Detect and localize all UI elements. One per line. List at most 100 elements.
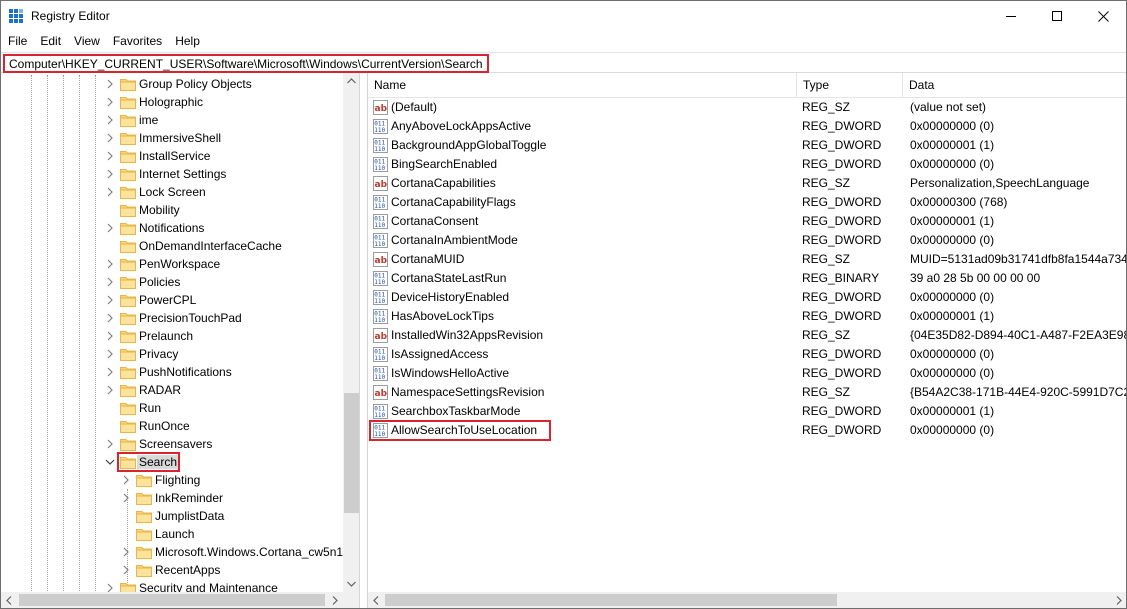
tree-item[interactable]: Search <box>1 452 343 472</box>
chevron-right-icon[interactable] <box>105 150 115 162</box>
menu-edit[interactable]: Edit <box>33 32 67 51</box>
scroll-left-arrow-icon[interactable] <box>368 592 384 608</box>
tree-item[interactable]: RecentApps <box>1 561 343 579</box>
chevron-right-icon[interactable] <box>105 168 115 180</box>
value-row[interactable]: 011 110 CortanaInAmbientMode REG_DWORD 0x000… <box>368 231 1126 250</box>
column-header-name[interactable]: Name <box>368 73 797 98</box>
chevron-down-icon[interactable] <box>105 456 115 468</box>
tree-item[interactable]: PrecisionTouchPad <box>1 309 343 327</box>
chevron-right-icon[interactable] <box>105 186 115 198</box>
chevron-right-icon[interactable] <box>105 222 115 234</box>
address-path[interactable]: Computer\HKEY_CURRENT_USER\Software\Micr… <box>3 54 489 73</box>
tree-item[interactable]: Launch <box>1 525 343 543</box>
value-row[interactable]: 011 110 CortanaCapabilityFlags REG_DWORD 0x0… <box>368 193 1126 212</box>
tree-item[interactable]: RunOnce <box>1 417 343 435</box>
menu-help[interactable]: Help <box>168 32 206 51</box>
tree-item[interactable]: Policies <box>1 273 343 291</box>
value-row[interactable]: 011 110 DeviceHistoryEnabled REG_DWORD 0x000… <box>368 288 1126 307</box>
registry-editor-window: Registry Editor File Edit View Favorites… <box>0 0 1127 609</box>
chevron-right-icon[interactable] <box>105 330 115 342</box>
chevron-right-icon[interactable] <box>121 474 131 486</box>
value-row[interactable]: 011 110 SearchboxTaskbarMode REG_DWORD 0x000… <box>368 402 1126 421</box>
menu-favorites[interactable]: Favorites <box>106 32 168 51</box>
tree-item[interactable]: InkReminder <box>1 489 343 507</box>
title-bar[interactable]: Registry Editor <box>1 1 1126 31</box>
chevron-right-icon[interactable] <box>105 366 115 378</box>
pane-splitter[interactable] <box>360 73 366 608</box>
tree-item[interactable]: Mobility <box>1 201 343 219</box>
chevron-right-icon[interactable] <box>105 132 115 144</box>
chevron-right-icon[interactable] <box>121 564 131 576</box>
tree-item[interactable]: Lock Screen <box>1 183 343 201</box>
chevron-right-icon[interactable] <box>105 348 115 360</box>
chevron-right-icon[interactable] <box>105 438 115 450</box>
value-row[interactable]: 011 110 AnyAboveLockAppsActive REG_DWORD 0x0… <box>368 117 1126 136</box>
column-header-data[interactable]: Data <box>903 73 1126 98</box>
chevron-right-icon[interactable] <box>105 312 115 324</box>
tree-item[interactable]: Notifications <box>1 219 343 237</box>
address-bar[interactable]: Computer\HKEY_CURRENT_USER\Software\Micr… <box>1 52 1126 73</box>
tree-item-label: JumplistData <box>155 509 225 523</box>
value-name: DeviceHistoryEnabled <box>391 290 510 304</box>
tree-item[interactable]: InstallService <box>1 147 343 165</box>
value-row[interactable]: ab (Default) REG_SZ (value not set) <box>368 98 1126 117</box>
minimize-button[interactable] <box>988 1 1034 31</box>
scroll-up-arrow-icon[interactable] <box>343 73 359 89</box>
tree-item[interactable]: JumplistData <box>1 507 343 525</box>
values-horizontal-scroll-thumb[interactable] <box>385 594 837 606</box>
tree-item[interactable]: Privacy <box>1 345 343 363</box>
value-row[interactable]: 011 110 BackgroundAppGlobalToggle REG_DWORD… <box>368 136 1126 155</box>
tree-horizontal-scroll-thumb[interactable] <box>19 594 325 606</box>
value-row[interactable]: 011 110 BingSearchEnabled REG_DWORD 0x000000… <box>368 155 1126 174</box>
tree-item-label: Notifications <box>139 221 205 235</box>
scroll-left-arrow-icon[interactable] <box>1 592 17 608</box>
tree-item[interactable]: Internet Settings <box>1 165 343 183</box>
chevron-right-icon[interactable] <box>105 258 115 270</box>
chevron-right-icon[interactable] <box>105 114 115 126</box>
menu-view[interactable]: View <box>67 32 106 51</box>
tree-item[interactable]: Microsoft.Windows.Cortana_cw5n1 <box>1 543 343 561</box>
tree-item[interactable]: Screensavers <box>1 435 343 453</box>
value-row[interactable]: ab NamespaceSettingsRevision REG_SZ {B54A2C… <box>368 383 1126 402</box>
tree-item[interactable]: Flighting <box>1 471 343 489</box>
tree-horizontal-scrollbar[interactable] <box>1 592 343 608</box>
value-row[interactable]: 011 110 HasAboveLockTips REG_DWORD 0x0000000… <box>368 307 1126 326</box>
value-row[interactable]: 011 110 CortanaStateLastRun REG_BINARY 39 a0… <box>368 269 1126 288</box>
chevron-right-icon[interactable] <box>121 492 131 504</box>
tree-item[interactable]: OnDemandInterfaceCache <box>1 237 343 255</box>
value-row[interactable]: 011 110 CortanaConsent REG_DWORD 0x00000001 … <box>368 212 1126 231</box>
tree-item[interactable]: PenWorkspace <box>1 255 343 273</box>
scroll-right-arrow-icon[interactable] <box>1111 592 1126 608</box>
chevron-right-icon[interactable] <box>105 384 115 396</box>
value-row[interactable]: 011 110 AllowSearchToUseLocation REG_DWORD 0… <box>368 420 1126 441</box>
chevron-right-icon[interactable] <box>105 294 115 306</box>
tree-vertical-scrollbar[interactable] <box>343 73 359 592</box>
chevron-right-icon[interactable] <box>105 78 115 90</box>
menu-file[interactable]: File <box>1 32 33 51</box>
maximize-button[interactable] <box>1034 1 1080 31</box>
chevron-right-icon[interactable] <box>121 546 131 558</box>
close-button[interactable] <box>1080 1 1126 31</box>
value-row[interactable]: ab InstalledWin32AppsRevision REG_SZ {04E35… <box>368 326 1126 345</box>
chevron-right-icon[interactable] <box>105 276 115 288</box>
tree-item[interactable]: Group Policy Objects <box>1 75 343 93</box>
value-row[interactable]: ab CortanaCapabilities REG_SZ Personalizati… <box>368 174 1126 193</box>
column-header-type[interactable]: Type <box>797 73 903 98</box>
scroll-down-arrow-icon[interactable] <box>343 576 359 592</box>
tree-item[interactable]: Holographic <box>1 93 343 111</box>
tree-item[interactable]: PowerCPL <box>1 291 343 309</box>
tree-item[interactable]: PushNotifications <box>1 363 343 381</box>
tree-item[interactable]: Run <box>1 399 343 417</box>
tree-item-label: RecentApps <box>155 563 221 577</box>
value-row[interactable]: 011 110 IsWindowsHelloActive REG_DWORD 0x000… <box>368 364 1126 383</box>
tree-item[interactable]: Prelaunch <box>1 327 343 345</box>
tree-item[interactable]: RADAR <box>1 381 343 399</box>
values-horizontal-scrollbar[interactable] <box>368 592 1126 608</box>
tree-item[interactable]: ImmersiveShell <box>1 129 343 147</box>
scroll-right-arrow-icon[interactable] <box>327 592 343 608</box>
value-row[interactable]: 011 110 IsAssignedAccess REG_DWORD 0x0000000… <box>368 345 1126 364</box>
tree-vertical-scroll-thumb[interactable] <box>344 393 359 513</box>
tree-item[interactable]: ime <box>1 111 343 129</box>
chevron-right-icon[interactable] <box>105 96 115 108</box>
value-row[interactable]: ab CortanaMUID REG_SZ MUID=5131ad09b31741df… <box>368 250 1126 269</box>
